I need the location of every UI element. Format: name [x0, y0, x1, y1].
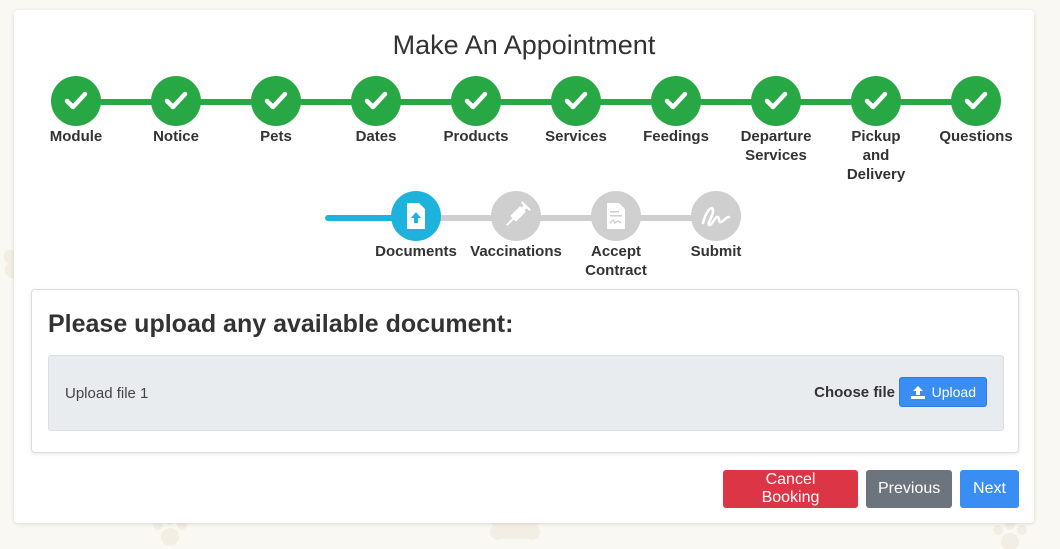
- step-label: Notice: [153, 128, 199, 145]
- step-circle: [551, 76, 601, 126]
- step-label: Submit: [690, 243, 742, 260]
- step-label: Accept Contract: [585, 243, 647, 279]
- previous-button[interactable]: Previous: [866, 470, 952, 508]
- step-circle: [51, 76, 101, 126]
- upload-button-label: Upload: [931, 384, 976, 400]
- check-icon: [361, 86, 391, 116]
- check-icon: [461, 86, 491, 116]
- step-label: Module: [49, 128, 103, 145]
- step-circle: [691, 191, 741, 241]
- step-pets[interactable]: Pets: [221, 76, 331, 146]
- step-circle: [391, 191, 441, 241]
- step-vaccinations[interactable]: Vaccinations: [461, 191, 571, 261]
- step-dates[interactable]: Dates: [321, 76, 431, 146]
- syringe-icon: [501, 201, 531, 231]
- step-label: Vaccinations: [470, 243, 562, 260]
- step-label: Services: [545, 128, 607, 145]
- next-button[interactable]: Next: [960, 470, 1019, 508]
- step-circle: [751, 76, 801, 126]
- choose-file-label[interactable]: Choose file: [814, 384, 895, 401]
- step-accept-contract[interactable]: Accept Contract: [561, 191, 671, 280]
- step-departure-services[interactable]: Departure Services: [721, 76, 831, 165]
- upload-file-label: Upload file 1: [65, 385, 149, 402]
- check-icon: [161, 86, 191, 116]
- check-icon: [661, 86, 691, 116]
- step-submit[interactable]: Submit: [661, 191, 771, 261]
- cancel-booking-button[interactable]: Cancel Booking: [723, 470, 858, 508]
- step-label: Products: [443, 128, 509, 145]
- step-label: Departure Services: [740, 128, 812, 164]
- contract-icon: [604, 202, 628, 230]
- step-circle: [151, 76, 201, 126]
- step-circle: [491, 191, 541, 241]
- step-products[interactable]: Products: [421, 76, 531, 146]
- step-circle: [651, 76, 701, 126]
- check-icon: [561, 86, 591, 116]
- file-upload-icon: [404, 202, 428, 230]
- step-circle: [451, 76, 501, 126]
- step-label: Feedings: [643, 128, 709, 145]
- check-icon: [961, 86, 991, 116]
- check-icon: [761, 86, 791, 116]
- step-label: Dates: [355, 128, 397, 145]
- step-circle: [251, 76, 301, 126]
- step-services[interactable]: Services: [521, 76, 631, 146]
- step-feedings[interactable]: Feedings: [621, 76, 731, 146]
- check-icon: [61, 86, 91, 116]
- step-label: Pets: [260, 128, 292, 145]
- paw-icon: [993, 520, 1027, 549]
- step-questions[interactable]: Questions: [921, 76, 1031, 146]
- step-label: Questions: [939, 128, 1013, 145]
- step-module[interactable]: Module: [21, 76, 131, 146]
- check-icon: [861, 86, 891, 116]
- appointment-wizard-card: Make An Appointment Module Notice Pets Date…: [14, 10, 1034, 523]
- upload-button[interactable]: Upload: [898, 377, 987, 407]
- step-circle: [351, 76, 401, 126]
- step-documents[interactable]: Documents: [361, 191, 471, 261]
- document-upload-panel: Please upload any available document: Up…: [31, 289, 1019, 453]
- page-title: Make An Appointment: [392, 30, 656, 60]
- upload-file-row: Upload file 1 Choose file Upload: [48, 355, 1004, 431]
- step-circle: [591, 191, 641, 241]
- step-label: Documents: [375, 243, 457, 260]
- step-circle: [951, 76, 1001, 126]
- signature-icon: [700, 201, 732, 231]
- step-notice[interactable]: Notice: [121, 76, 231, 146]
- step-circle: [851, 76, 901, 126]
- step-label: Pickup and Delivery: [846, 128, 906, 183]
- check-icon: [261, 86, 291, 116]
- upload-heading: Please upload any available document:: [48, 310, 514, 338]
- step-pickup-and-delivery[interactable]: Pickup and Delivery: [821, 76, 931, 184]
- upload-icon: [910, 386, 925, 399]
